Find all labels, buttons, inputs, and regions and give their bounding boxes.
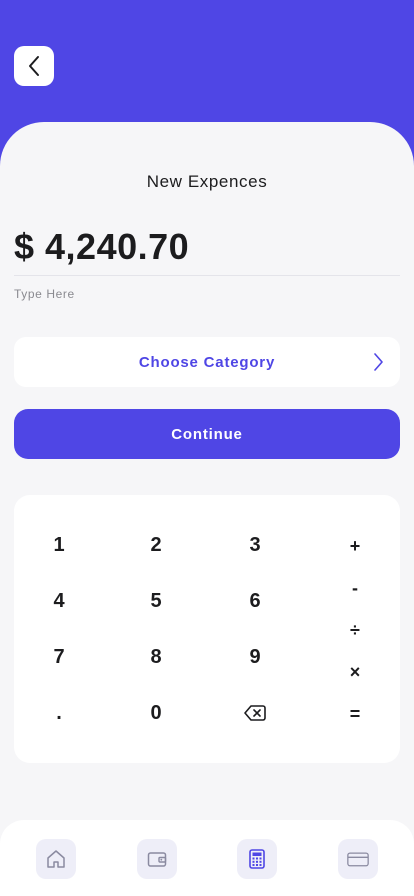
- key-plus[interactable]: +: [335, 531, 375, 561]
- back-button[interactable]: [14, 46, 54, 86]
- key-minus[interactable]: -: [335, 573, 375, 603]
- key-1[interactable]: 1: [29, 525, 89, 565]
- key-decimal[interactable]: .: [29, 693, 89, 733]
- page-title: New Expences: [146, 172, 268, 191]
- amount-underline: [14, 275, 400, 276]
- key-4[interactable]: 4: [29, 581, 89, 621]
- key-9[interactable]: 9: [225, 637, 285, 677]
- tab-home[interactable]: [36, 839, 76, 879]
- key-0[interactable]: 0: [126, 693, 186, 733]
- home-icon: [47, 850, 65, 868]
- amount-display[interactable]: $ 4,240.70: [14, 226, 189, 268]
- amount-hint: Type Here: [14, 287, 75, 301]
- tab-calculator[interactable]: [237, 839, 277, 879]
- credit-card-icon: [347, 852, 369, 867]
- keypad: 1 2 3 4 5 6 7 8 9 . 0 + - ÷ × =: [14, 495, 400, 763]
- wallet-icon: [147, 852, 167, 867]
- choose-category-button[interactable]: Choose Category: [14, 337, 400, 387]
- key-6[interactable]: 6: [225, 581, 285, 621]
- key-divide[interactable]: ÷: [335, 615, 375, 645]
- bottom-tab-bar: [0, 820, 414, 896]
- key-equals[interactable]: =: [335, 699, 375, 729]
- key-2[interactable]: 2: [126, 525, 186, 565]
- calculator-icon: [249, 849, 265, 869]
- continue-button[interactable]: Continue: [14, 409, 400, 459]
- backspace-button[interactable]: [225, 693, 285, 733]
- chevron-left-icon: [29, 56, 39, 76]
- choose-category-label: Choose Category: [138, 353, 276, 371]
- content-sheet: New Expences $ 4,240.70 Type Here Choose…: [0, 122, 414, 896]
- backspace-icon: [244, 705, 266, 721]
- key-8[interactable]: 8: [126, 637, 186, 677]
- key-7[interactable]: 7: [29, 637, 89, 677]
- key-5[interactable]: 5: [126, 581, 186, 621]
- key-3[interactable]: 3: [225, 525, 285, 565]
- tab-wallet[interactable]: [137, 839, 177, 879]
- key-multiply[interactable]: ×: [335, 657, 375, 687]
- chevron-right-icon: [374, 353, 383, 371]
- tab-cards[interactable]: [338, 839, 378, 879]
